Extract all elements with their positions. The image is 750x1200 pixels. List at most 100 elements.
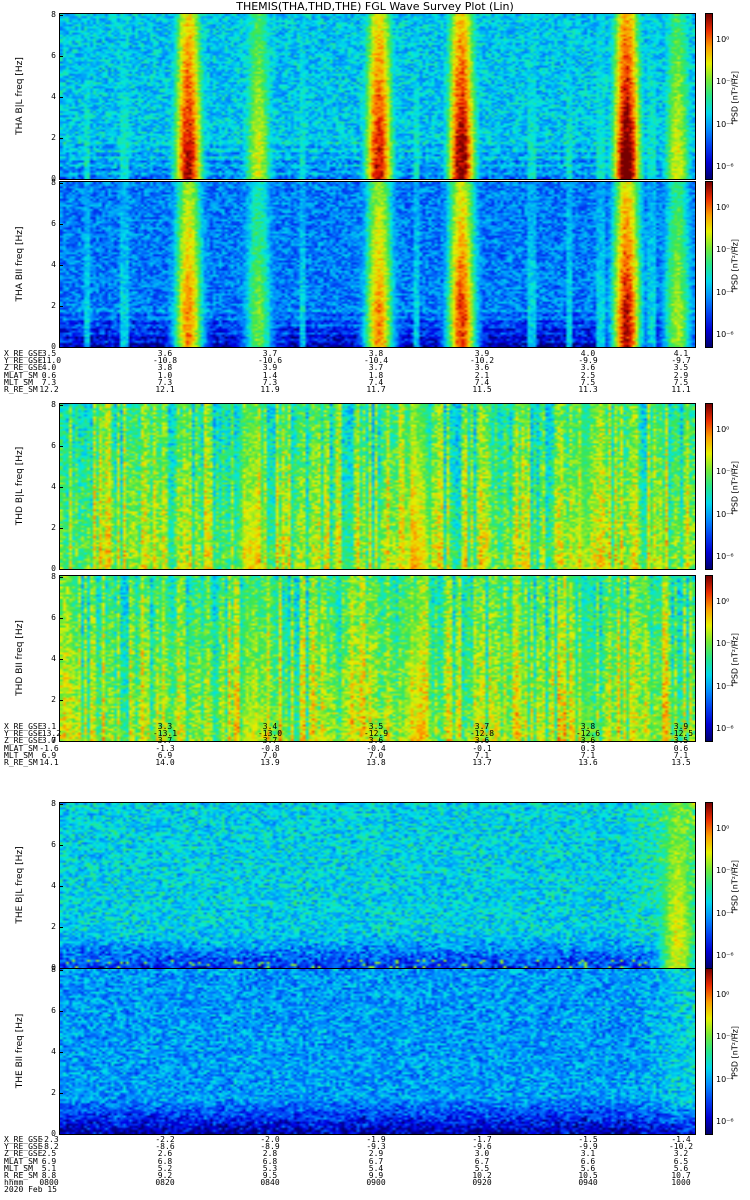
plot-title: THEMIS(THA,THD,THE) FGL Wave Survey Plot… bbox=[236, 0, 514, 13]
y-tick-label: 2 bbox=[51, 133, 56, 142]
ephemeris-value: 1000 bbox=[671, 1178, 691, 1188]
y-tick-mark bbox=[59, 1134, 63, 1135]
colorbar-the_bii bbox=[705, 968, 713, 1135]
spectrogram-panel-tha_bii bbox=[59, 181, 696, 348]
spectrogram-canvas-the_bl bbox=[60, 803, 695, 968]
spectrogram-panel-the_bl bbox=[59, 802, 696, 969]
y-tick-mark bbox=[59, 138, 63, 139]
ephemeris-value: 11.9 bbox=[260, 384, 280, 394]
ephemeris-row: hhmm 0800 0820 0840 0900 0920 0940 1000 bbox=[0, 1178, 750, 1188]
y-tick-mark bbox=[59, 56, 63, 57]
y-tick-label: 6 bbox=[51, 613, 56, 622]
colorbar-tick-label: 10⁰ bbox=[716, 425, 730, 434]
y-tick-mark bbox=[59, 179, 63, 180]
y-tick-label: 6 bbox=[51, 840, 56, 849]
ephemeris-row-label: R_RE_SM bbox=[4, 757, 38, 767]
colorbar-thd_bii bbox=[705, 575, 713, 742]
y-tick-mark bbox=[59, 528, 63, 529]
colorbar-tick-label: 10⁰ bbox=[716, 990, 730, 999]
y-axis-unit-thd_bii: freq [Hz] bbox=[15, 619, 25, 659]
y-tick-label: 6 bbox=[51, 219, 56, 228]
y-tick-mark bbox=[59, 1052, 63, 1053]
y-tick-label: 4 bbox=[51, 482, 56, 491]
colorbar-label-tha_bl: PSD [nT²/Hz] bbox=[730, 70, 740, 122]
y-tick-mark bbox=[59, 15, 63, 16]
ephemeris-table-thd: X_RE_GSE 3.1 3.3 3.4 3.5 3.7 3.8 3.9 Y_RE_GSE -13… bbox=[0, 722, 750, 767]
colorbar-tha_bl bbox=[705, 13, 713, 180]
y-tick-mark bbox=[59, 405, 63, 406]
colorbar-tick-label: 10⁻⁶ bbox=[716, 1117, 734, 1126]
y-tick-mark bbox=[59, 659, 63, 660]
colorbar-the_bl bbox=[705, 802, 713, 969]
y-axis-probe-tha_bii: THA BII bbox=[15, 265, 25, 301]
colorbar-tick-label: 10⁰ bbox=[716, 597, 730, 606]
y-axis-unit-thd_bl: freq [Hz] bbox=[15, 446, 25, 486]
ephemeris-value: 12.1 bbox=[155, 384, 175, 394]
ephemeris-value: 13.5 bbox=[671, 757, 691, 767]
x-axis-date: 2020 Feb 15 bbox=[4, 1185, 57, 1195]
y-tick-mark bbox=[59, 446, 63, 447]
ephemeris-value: 0900 bbox=[366, 1178, 386, 1188]
ephemeris-value: 0820 bbox=[155, 1178, 175, 1188]
ephemeris-value: 13.8 bbox=[366, 757, 386, 767]
y-axis-unit-tha_bii: freq [Hz] bbox=[15, 226, 25, 266]
y-axis-label-thd_bl: THD B|L freq [Hz] bbox=[15, 426, 25, 546]
spectrogram-panel-the_bii bbox=[59, 968, 696, 1135]
spectrogram-canvas-the_bii bbox=[60, 969, 695, 1134]
y-tick-label: 8 bbox=[51, 572, 56, 581]
y-tick-mark bbox=[59, 970, 63, 971]
ephemeris-value: 0920 bbox=[472, 1178, 492, 1188]
spectrogram-canvas-tha_bl bbox=[60, 14, 695, 179]
colorbar-label-tha_bii: PSD [nT²/Hz] bbox=[730, 238, 740, 290]
colorbar-label-the_bl: PSD [nT²/Hz] bbox=[730, 859, 740, 911]
ephemeris-row: R_RE_SM 14.1 14.0 13.9 13.8 13.7 13.6 13.5 bbox=[0, 757, 750, 767]
colorbar-tick-label: 10⁻⁶ bbox=[716, 330, 734, 339]
y-tick-label: 4 bbox=[51, 654, 56, 663]
y-tick-label: 2 bbox=[51, 523, 56, 532]
y-tick-mark bbox=[59, 183, 63, 184]
y-tick-mark bbox=[59, 804, 63, 805]
spectrogram-canvas-tha_bii bbox=[60, 182, 695, 347]
y-tick-mark bbox=[59, 886, 63, 887]
ephemeris-value: 12.2 bbox=[39, 384, 59, 394]
spectrogram-panel-tha_bl bbox=[59, 13, 696, 180]
y-tick-label: 8 bbox=[51, 965, 56, 974]
y-tick-mark bbox=[59, 97, 63, 98]
spectrogram-canvas-thd_bl bbox=[60, 404, 695, 569]
y-axis-unit-the_bii: freq [Hz] bbox=[15, 1013, 25, 1053]
y-axis-label-tha_bl: THA B|L freq [Hz] bbox=[15, 36, 25, 156]
y-axis-label-thd_bii: THD BII freq [Hz] bbox=[15, 598, 25, 718]
y-tick-label: 6 bbox=[51, 441, 56, 450]
ephemeris-value: 0840 bbox=[260, 1178, 280, 1188]
ephemeris-row-label: R_RE_SM bbox=[4, 384, 38, 394]
colorbar-thd_bl bbox=[705, 403, 713, 570]
colorbar-tick-label: 10⁻⁶ bbox=[716, 951, 734, 960]
y-tick-label: 4 bbox=[51, 881, 56, 890]
y-axis-probe-the_bl: THE B|L bbox=[15, 885, 25, 924]
y-tick-mark bbox=[59, 306, 63, 307]
y-tick-label: 2 bbox=[51, 922, 56, 931]
colorbar-tick-label: 10⁻⁶ bbox=[716, 552, 734, 561]
y-axis-label-tha_bii: THA BII freq [Hz] bbox=[15, 204, 25, 324]
y-tick-label: 2 bbox=[51, 301, 56, 310]
y-axis-probe-the_bii: THE BII bbox=[15, 1052, 25, 1088]
y-tick-mark bbox=[59, 1011, 63, 1012]
colorbar-label-thd_bii: PSD [nT²/Hz] bbox=[730, 632, 740, 684]
y-axis-probe-thd_bii: THD BII bbox=[15, 658, 25, 696]
colorbar-tick-label: 10⁰ bbox=[716, 824, 730, 833]
ephemeris-value: 11.3 bbox=[578, 384, 598, 394]
y-tick-mark bbox=[59, 347, 63, 348]
ephemeris-row: R_RE_SM 12.2 12.1 11.9 11.7 11.5 11.3 11.1 bbox=[0, 384, 750, 394]
ephemeris-value: 13.6 bbox=[578, 757, 598, 767]
ephemeris-value: 13.9 bbox=[260, 757, 280, 767]
ephemeris-value: 11.1 bbox=[671, 384, 691, 394]
y-tick-label: 4 bbox=[51, 92, 56, 101]
y-tick-label: 2 bbox=[51, 1088, 56, 1097]
y-tick-label: 8 bbox=[51, 400, 56, 409]
spectrogram-panel-thd_bl bbox=[59, 403, 696, 570]
colorbar-label-thd_bl: PSD [nT²/Hz] bbox=[730, 460, 740, 512]
y-axis-probe-tha_bl: THA B|L bbox=[15, 95, 25, 135]
ephemeris-value: 13.7 bbox=[472, 757, 492, 767]
y-tick-mark bbox=[59, 569, 63, 570]
y-tick-mark bbox=[59, 845, 63, 846]
